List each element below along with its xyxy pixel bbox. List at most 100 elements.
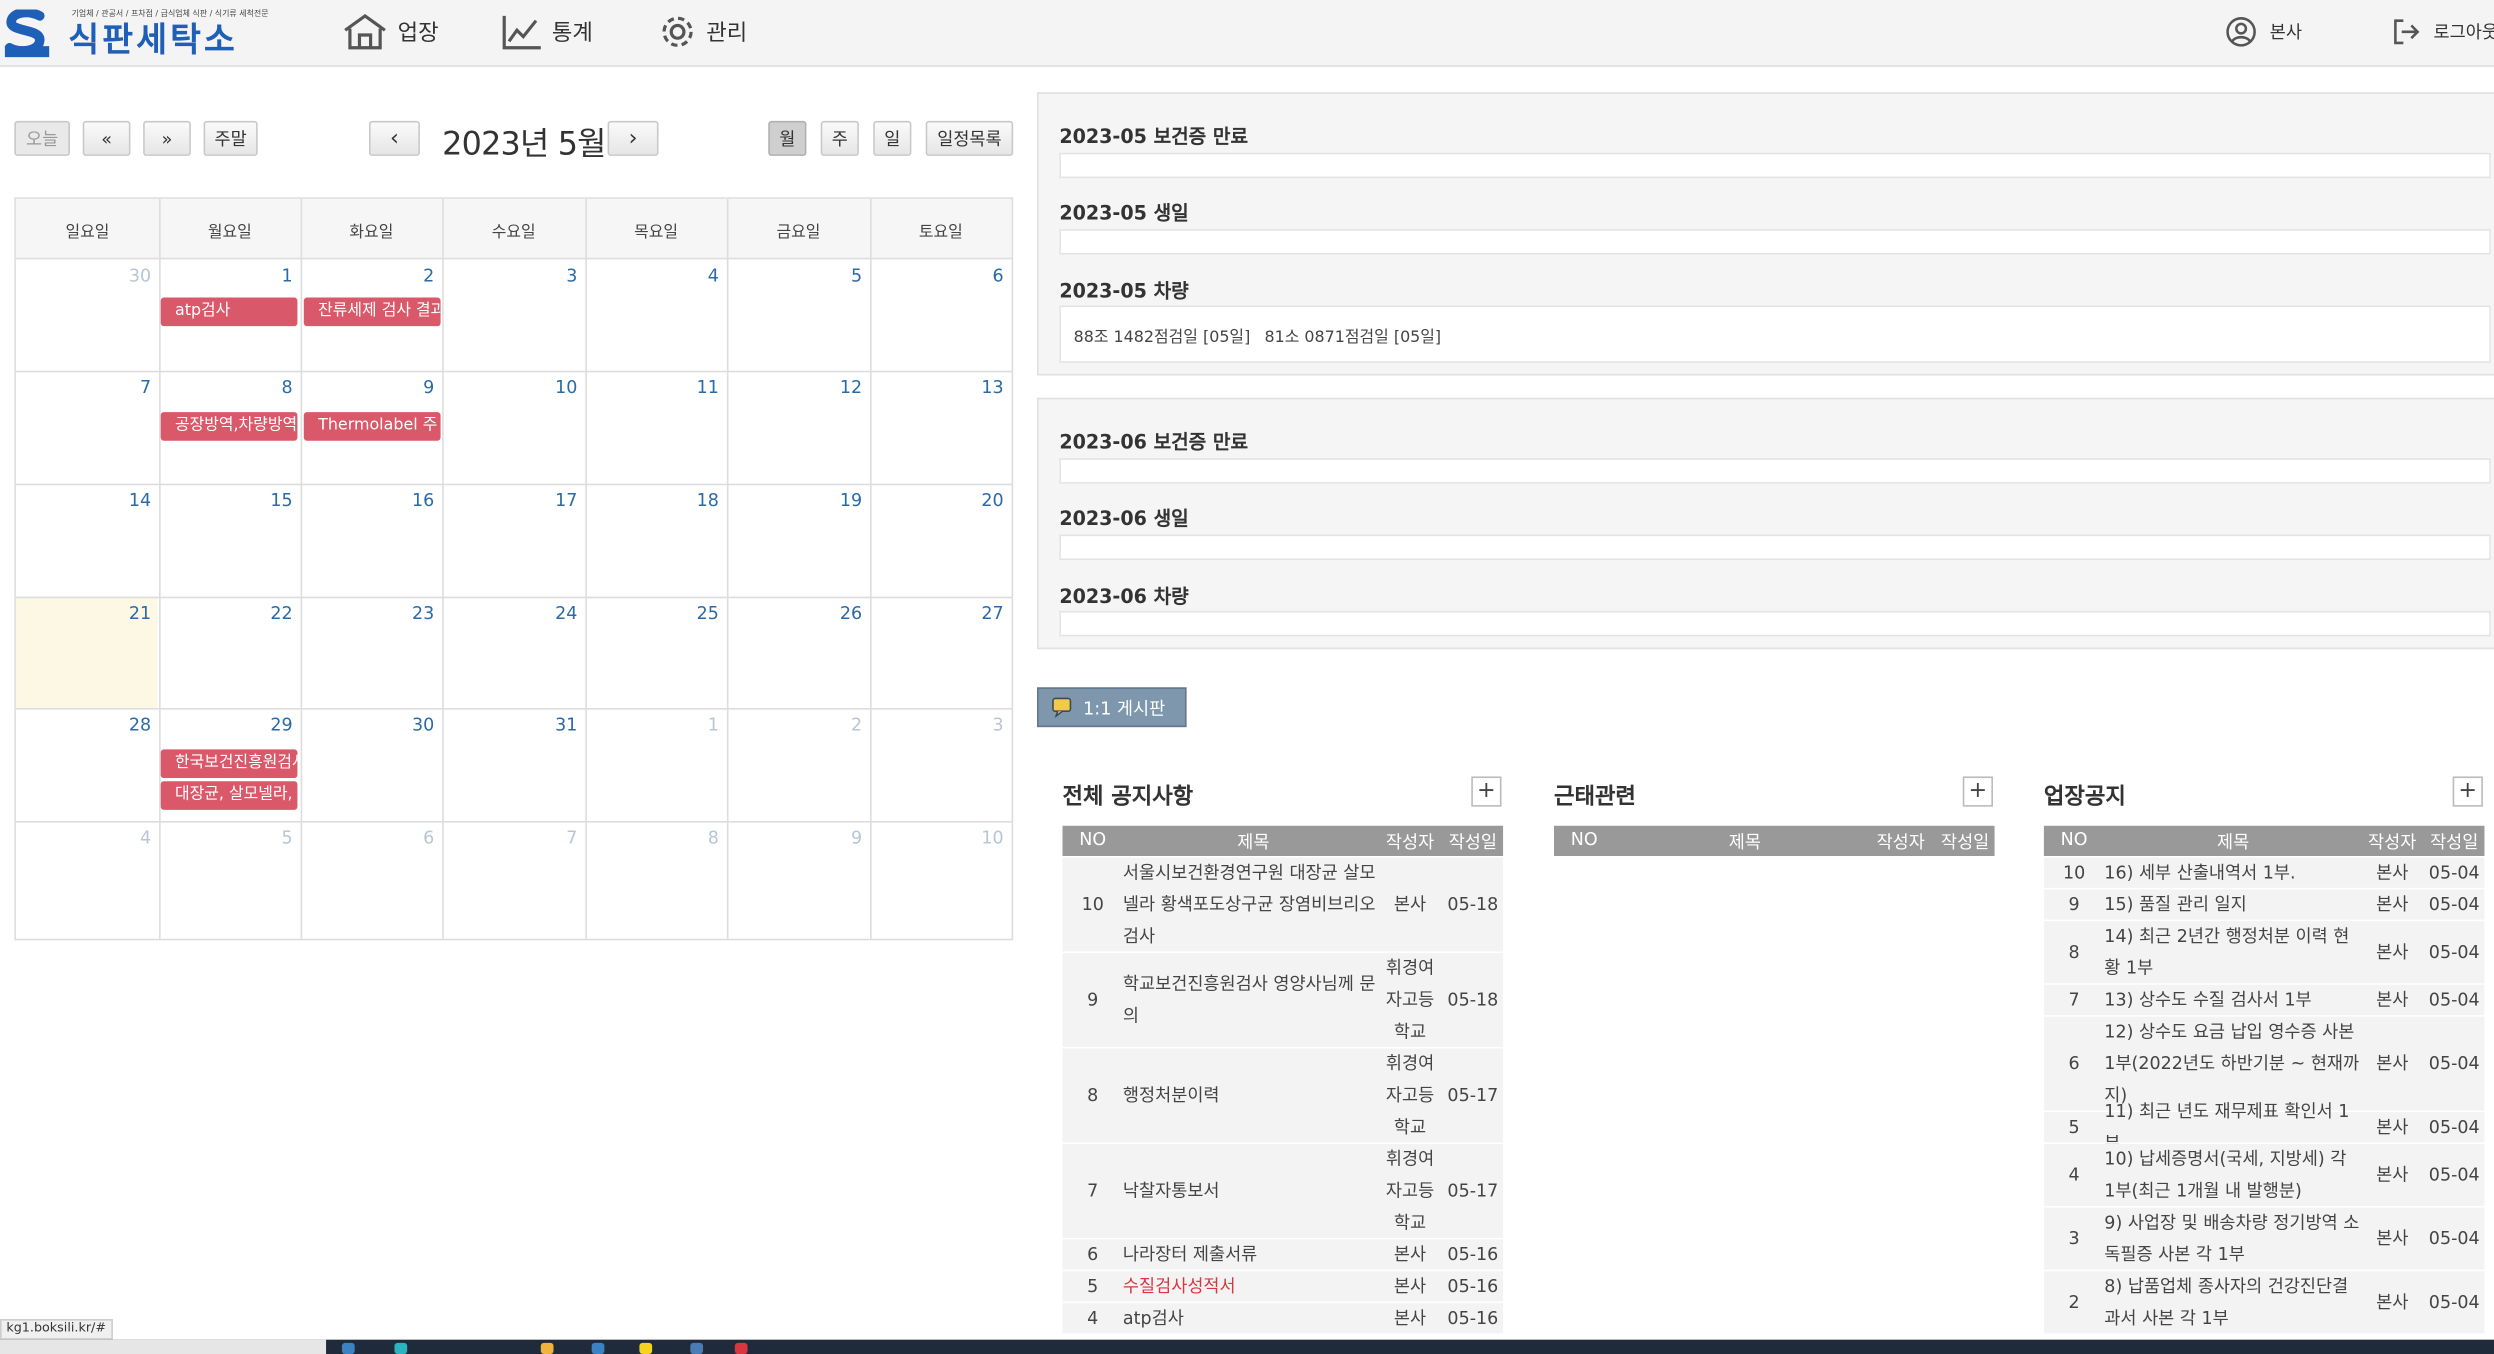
taskbar-app-icon[interactable] [690,1342,704,1354]
day-number[interactable]: 31 [442,714,577,735]
table-row[interactable]: 9 15) 품질 관리 일지 본사 05-04 [2043,889,2485,922]
event-bacteria-test[interactable]: 대장균, 살모넬라, [160,781,298,810]
month-view-button[interactable]: 월 [768,120,807,156]
all-notices-add-button[interactable]: + [1471,776,1502,807]
day-number[interactable]: 18 [585,490,719,511]
taskbar-app-icon[interactable] [341,1342,355,1354]
table-row[interactable]: 4 10) 납세증명서(국세, 지방세) 각 1부(최근 1개월 내 발행분) 본사… [2043,1143,2485,1208]
day-number[interactable]: 2 [727,714,862,735]
day-number[interactable]: 6 [870,266,1004,287]
cell-title[interactable]: 8) 납품업체 종사자의 건강진단결과서 사본 각 1부 [2104,1271,2362,1335]
day-number[interactable]: 3 [442,266,577,287]
day-view-button[interactable]: 일 [873,120,912,156]
day-number[interactable]: 9 [301,377,434,398]
attendance-add-button[interactable]: + [1962,776,1993,807]
site-logo[interactable]: 기업체 / 관공서 / 프차점 / 급식업체 식판 / 식기류 세척전문 식판세… [4,5,275,62]
cell-title[interactable]: atp검사 [1123,1303,1384,1335]
taskbar-search[interactable] [0,1339,327,1354]
day-number[interactable]: 8 [585,827,719,848]
day-number[interactable]: 30 [16,266,151,287]
cell-title[interactable]: 수질검사성적서 [1123,1271,1384,1303]
logout-button[interactable]: 로그아웃 [2392,8,2494,56]
table-row[interactable]: 2 8) 납품업체 종사자의 건강진단결과서 사본 각 1부 본사 05-04 [2043,1271,2485,1335]
day-number[interactable]: 15 [159,490,292,511]
event-health-institute[interactable]: 한국보건진흥원검사 [160,749,298,779]
table-row[interactable]: 4 atp검사 본사 05-16 [1062,1303,1504,1335]
cell-title[interactable]: 13) 상수도 수질 검사서 1부 [2104,985,2362,1017]
cell-title[interactable]: 11) 최근 년도 재무제표 확인서 1부 [2104,1101,2362,1154]
day-number[interactable]: 26 [727,603,862,624]
table-row[interactable]: 7 13) 상수도 수질 검사서 1부 본사 05-04 [2043,984,2485,1017]
day-number[interactable]: 6 [301,827,434,848]
schedule-list-button[interactable]: 일정목록 [925,120,1014,156]
day-number[interactable]: 27 [870,603,1003,624]
next-year-button[interactable]: » [143,120,191,156]
one-to-one-board-button[interactable]: 1:1 게시판 [1037,687,1187,728]
day-number[interactable]: 22 [159,603,292,624]
table-row[interactable]: 10 16) 세부 산출내역서 1부. 본사 05-04 [2043,857,2485,890]
day-number[interactable]: 5 [727,266,862,287]
cell-title[interactable]: 낙찰자통보서 [1123,1144,1384,1239]
day-number[interactable]: 16 [301,490,434,511]
day-number[interactable]: 1 [159,266,293,287]
table-row[interactable]: 8 14) 최근 2년간 행정처분 이력 현황 1부 본사 05-04 [2043,921,2485,985]
day-number[interactable]: 11 [585,377,719,398]
cell-title[interactable]: 16) 세부 산출내역서 1부. [2104,858,2362,890]
day-number[interactable]: 25 [585,603,719,624]
day-number[interactable]: 13 [870,377,1003,398]
day-number[interactable]: 1 [585,714,719,735]
table-row[interactable]: 7 낙찰자통보서 휘경여자고등학교 05-17 [1062,1143,1504,1240]
day-number[interactable]: 30 [301,714,434,735]
event-atp[interactable]: atp검사 [160,297,298,327]
day-number[interactable]: 20 [870,490,1003,511]
day-number[interactable]: 24 [442,603,577,624]
weekend-button[interactable]: 주말 [203,120,258,156]
site-notices-add-button[interactable]: + [2452,776,2483,807]
table-row[interactable]: 9 학교보건진흥원검사 영양사님께 문의 휘경여자고등학교 05-18 [1062,953,1504,1049]
event-disinfection[interactable]: 공장방역,차량방역 [160,412,298,441]
day-number[interactable]: 9 [727,827,862,848]
table-row[interactable]: 3 9) 사업장 및 배송차량 정기방역 소독필증 사본 각 1부 본사 05-04 [2043,1207,2485,1272]
cell-title[interactable]: 행정처분이력 [1123,1049,1384,1144]
table-row[interactable]: 6 나라장터 제출서류 본사 05-16 [1062,1239,1504,1272]
day-number[interactable]: 7 [16,377,151,398]
table-row[interactable]: 8 행정처분이력 휘경여자고등학교 05-17 [1062,1048,1504,1144]
nav-admin[interactable]: 관리 [658,8,747,56]
taskbar-app-icon[interactable] [394,1342,408,1354]
taskbar-app-icon[interactable] [540,1342,554,1354]
day-number[interactable]: 10 [442,377,577,398]
cell-title[interactable]: 나라장터 제출서류 [1123,1239,1384,1271]
day-number[interactable]: 4 [16,827,151,848]
day-number[interactable]: 28 [16,714,151,735]
day-number[interactable]: 29 [159,714,292,735]
day-number[interactable]: 21 [16,603,151,624]
event-detergent-test[interactable]: 잔류세제 검사 결과 [303,297,441,327]
cell-title[interactable]: 9) 사업장 및 배송차량 정기방역 소독필증 사본 각 1부 [2104,1208,2362,1272]
cell-title[interactable]: 14) 최근 2년간 행정처분 이력 현황 1부 [2104,921,2362,985]
day-number[interactable]: 4 [585,266,719,287]
prev-month-button[interactable]: ‹ [369,120,420,156]
day-number[interactable]: 3 [870,714,1004,735]
day-number[interactable]: 10 [870,827,1003,848]
nav-site[interactable]: 업장 [342,8,439,56]
day-number[interactable]: 8 [159,377,293,398]
today-button[interactable]: 오늘 [14,120,70,156]
taskbar-app-icon[interactable] [591,1342,605,1354]
cell-title[interactable]: 15) 품질 관리 일지 [2104,889,2362,921]
next-month-button[interactable]: › [607,120,659,156]
user-menu[interactable]: 본사 [2225,8,2302,56]
day-number[interactable]: 17 [442,490,577,511]
day-number[interactable]: 23 [301,603,434,624]
day-number[interactable]: 5 [159,827,293,848]
cell-title[interactable]: 서울시보건환경연구원 대장균 살모넬라 황색포도상구균 장염비브리오검사 [1123,858,1384,953]
table-row[interactable]: 5 11) 최근 년도 재무제표 확인서 1부 본사 05-04 [2043,1101,2485,1154]
cell-title[interactable]: 학교보건진흥원검사 영양사님께 문의 [1123,953,1384,1048]
day-number[interactable]: 14 [16,490,151,511]
table-row[interactable]: 10 서울시보건환경연구원 대장균 살모넬라 황색포도상구균 장염비브리오검사 본사… [1062,857,1504,954]
day-number[interactable]: 12 [727,377,862,398]
day-number[interactable]: 19 [727,490,862,511]
week-view-button[interactable]: 주 [820,120,859,156]
day-number[interactable]: 7 [442,827,577,848]
taskbar-app-icon[interactable] [734,1342,748,1354]
nav-stats[interactable]: 통계 [501,8,593,56]
